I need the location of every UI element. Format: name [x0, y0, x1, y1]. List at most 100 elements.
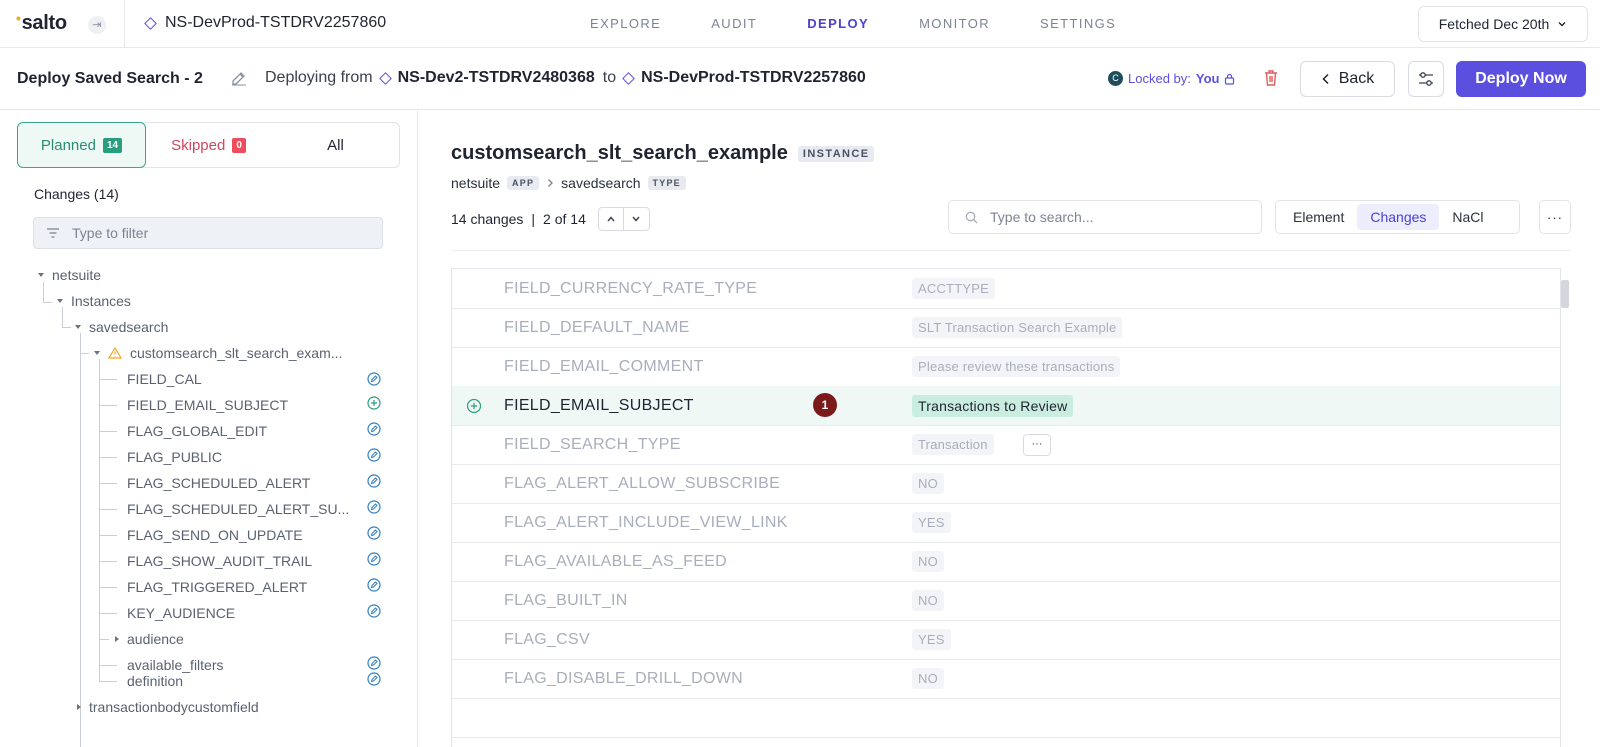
table-row[interactable]: FLAG_CSV YES: [452, 620, 1560, 660]
tree-label: savedsearch: [89, 319, 169, 335]
breadcrumb-type[interactable]: savedsearch: [561, 175, 640, 191]
edit-icon[interactable]: [230, 69, 248, 87]
collapse-sidebar-icon[interactable]: ⇥: [88, 16, 106, 34]
source-environment[interactable]: NS-Dev2-TSTDRV2480368: [378, 69, 595, 87]
target-environment[interactable]: NS-DevProd-TSTDRV2257860: [622, 69, 866, 87]
filter-icon: [47, 228, 59, 238]
nav-deploy[interactable]: DEPLOY: [807, 16, 869, 31]
row-value: Please review these transactions: [912, 356, 1121, 377]
tree-node-netsuite[interactable]: netsuite: [38, 262, 101, 288]
tree-label: FLAG_PUBLIC: [127, 449, 222, 465]
search-input[interactable]: [990, 209, 1240, 225]
table-row[interactable]: FIELD_EMAIL_COMMENT Please review these …: [452, 347, 1560, 387]
table-row[interactable]: FLAG_AVAILABLE_AS_FEED NO: [452, 542, 1560, 582]
nav-audit[interactable]: AUDIT: [711, 16, 757, 31]
tree-leaf[interactable]: FLAG_PUBLIC: [127, 444, 222, 470]
divider: [451, 250, 1571, 251]
deploy-now-button[interactable]: Deploy Now: [1456, 61, 1586, 97]
divider: [124, 0, 125, 48]
tree-filter[interactable]: [33, 217, 383, 249]
tree-line: [99, 405, 117, 406]
tree-leaf[interactable]: KEY_AUDIENCE: [127, 600, 235, 626]
caret-down-icon: [57, 299, 63, 303]
tab-skipped[interactable]: Skipped 0: [145, 123, 272, 167]
caret-right-icon: [115, 636, 119, 642]
tree-line: [99, 457, 117, 458]
tree-node-instances[interactable]: Instances: [57, 288, 131, 314]
all-label: All: [327, 136, 344, 154]
modify-icon: [367, 448, 381, 462]
table-row[interactable]: FIELD_SEARCH_TYPE Transaction ···: [452, 425, 1560, 465]
trash-icon[interactable]: [1262, 68, 1280, 88]
view-changes[interactable]: Changes: [1357, 204, 1440, 230]
nav-explore[interactable]: EXPLORE: [590, 16, 661, 31]
tab-planned[interactable]: Planned 14: [17, 122, 146, 168]
environment-diamond-icon: [378, 71, 392, 85]
row-value: SLT Transaction Search Example: [912, 317, 1123, 338]
breadcrumb-app[interactable]: netsuite: [451, 175, 500, 191]
skipped-count-badge: 0: [232, 137, 246, 153]
tree-leaf[interactable]: FLAG_SCHEDULED_ALERT: [127, 470, 310, 496]
modify-icon: [367, 552, 381, 566]
modify-icon: [367, 500, 381, 514]
deployment-header: Deploy Saved Search - 2 Deploying from N…: [0, 48, 1600, 110]
locked-user: You: [1195, 71, 1220, 86]
table-row[interactable]: FIELD_CURRENCY_RATE_TYPE ACCTTYPE: [452, 269, 1560, 309]
previous-change-button[interactable]: [597, 207, 624, 231]
lock-status[interactable]: C Locked by: You: [1108, 71, 1235, 86]
change-filter-tabs: Planned 14 Skipped 0 All: [17, 122, 400, 168]
tree-node-audience[interactable]: audience: [115, 626, 184, 652]
tree-node-transactionbodycustomfield[interactable]: transactionbodycustomfield: [77, 696, 259, 718]
fetched-dropdown[interactable]: Fetched Dec 20th: [1418, 6, 1588, 42]
scrollbar-thumb[interactable]: [1561, 280, 1569, 308]
tree-line: [99, 561, 117, 562]
next-change-button[interactable]: [623, 207, 650, 231]
tree-leaf[interactable]: FLAG_TRIGGERED_ALERT: [127, 574, 307, 600]
table-row[interactable]: FLAG_ALERT_INCLUDE_VIEW_LINK YES: [452, 503, 1560, 543]
change-marker-badge[interactable]: 1: [813, 393, 837, 417]
expand-value-button[interactable]: ···: [1023, 434, 1051, 456]
tree-leaf[interactable]: FLAG_SEND_ON_UPDATE: [127, 522, 303, 548]
table-row[interactable]: FIELD_DEFAULT_NAME SLT Transaction Searc…: [452, 308, 1560, 348]
row-value: Transaction: [912, 434, 994, 455]
environment-diamond-icon: [622, 71, 635, 85]
table-row[interactable]: FLAG_BUILT_IN NO: [452, 581, 1560, 621]
row-key: FIELD_EMAIL_SUBJECT: [504, 397, 694, 414]
tree-node-instance[interactable]: customsearch_slt_search_exam...: [94, 340, 342, 366]
back-button[interactable]: Back: [1300, 61, 1395, 97]
salto-logo[interactable]: •salto: [16, 10, 67, 35]
more-options-button[interactable]: ···: [1539, 200, 1571, 234]
tree-leaf[interactable]: FLAG_GLOBAL_EDIT: [127, 418, 267, 444]
tree-leaf[interactable]: FLAG_SHOW_AUDIT_TRAIL: [127, 548, 312, 574]
filter-input[interactable]: [72, 225, 352, 241]
modify-icon: [367, 422, 381, 436]
table-row[interactable]: FLAG_DISABLE_DRILL_DOWN NO: [452, 659, 1560, 699]
to-label: to: [602, 69, 617, 86]
table-row-highlighted[interactable]: FIELD_EMAIL_SUBJECT 1 Transactions to Re…: [452, 386, 1560, 426]
top-navigation-bar: •salto ⇥ NS-DevProd-TSTDRV2257860 EXPLOR…: [0, 0, 1600, 48]
tree-leaf[interactable]: FIELD_EMAIL_SUBJECT: [127, 392, 288, 418]
source-env-name: NS-Dev2-TSTDRV2480368: [397, 69, 595, 86]
current-environment[interactable]: NS-DevProd-TSTDRV2257860: [144, 14, 387, 32]
tree-leaf[interactable]: definition: [127, 668, 183, 694]
view-element[interactable]: Element: [1280, 204, 1357, 230]
search-icon: [965, 211, 978, 223]
environment-name: NS-DevProd-TSTDRV2257860: [165, 14, 387, 31]
tree-line: [99, 483, 117, 484]
tree-line: [99, 587, 117, 588]
nav-monitor[interactable]: MONITOR: [919, 16, 990, 31]
table-row[interactable]: FLAG_ALERT_ALLOW_SUBSCRIBE NO: [452, 464, 1560, 504]
tree-label: definition: [127, 673, 184, 689]
tree-leaf[interactable]: FIELD_CAL: [127, 366, 202, 392]
tree-leaf[interactable]: FLAG_SCHEDULED_ALERT_SU...: [127, 496, 349, 522]
view-nacl[interactable]: NaCl: [1439, 204, 1496, 230]
table-row[interactable]: [452, 698, 1560, 738]
row-key: FIELD_CURRENCY_RATE_TYPE: [504, 280, 758, 297]
element-search[interactable]: [948, 200, 1262, 234]
tab-all[interactable]: All: [272, 123, 399, 167]
chevron-down-icon: [1558, 22, 1566, 27]
nav-settings[interactable]: SETTINGS: [1040, 16, 1116, 31]
deploy-settings-button[interactable]: [1408, 61, 1444, 97]
row-value: Transactions to Review: [912, 395, 1074, 417]
tree-node-savedsearch[interactable]: savedsearch: [75, 314, 168, 340]
